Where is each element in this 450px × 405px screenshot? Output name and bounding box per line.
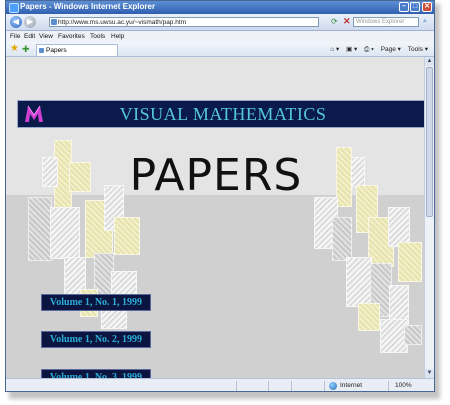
browser-window: Papers - Windows Internet Explorer – □ ✕… bbox=[5, 0, 435, 392]
internet-zone-icon bbox=[329, 382, 337, 390]
site-banner: VISUAL MATHEMATICS bbox=[17, 100, 426, 128]
close-button[interactable]: ✕ bbox=[422, 2, 432, 12]
scroll-down-icon[interactable]: ▼ bbox=[425, 369, 434, 378]
menu-help[interactable]: Help bbox=[111, 31, 124, 42]
search-icon[interactable]: ⌕ bbox=[420, 17, 430, 27]
banner-title: VISUAL MATHEMATICS bbox=[119, 104, 327, 124]
tab-favicon-icon bbox=[39, 48, 44, 53]
tab-papers[interactable]: Papers bbox=[36, 44, 118, 56]
volume-link-1[interactable]: Volume 1, No. 1, 1999 bbox=[41, 294, 151, 311]
page-content: VISUAL MATHEMATICS PAPERS Volume 1, No. … bbox=[6, 57, 426, 378]
tab-title: Papers bbox=[46, 47, 67, 54]
maximize-button[interactable]: □ bbox=[410, 2, 420, 12]
menu-bar: File Edit View Favorites Tools Help bbox=[6, 31, 434, 42]
back-icon[interactable]: ◀ bbox=[10, 16, 22, 28]
vertical-scrollbar[interactable]: ▲ ▼ bbox=[424, 57, 434, 378]
title-bar[interactable]: Papers - Windows Internet Explorer – □ ✕ bbox=[6, 1, 434, 14]
security-zone-label: Internet bbox=[340, 382, 363, 389]
print-icon[interactable]: ⎙ ▾ bbox=[364, 46, 374, 53]
forward-icon[interactable]: ▶ bbox=[24, 16, 36, 28]
url-input[interactable]: http://www.ms.uwsu.ac.yu/~vismath/pap.ht… bbox=[49, 17, 319, 27]
page-menu-button[interactable]: Page ▾ bbox=[381, 46, 401, 53]
menu-view[interactable]: View bbox=[39, 31, 53, 42]
menu-file[interactable]: File bbox=[10, 31, 20, 42]
command-bar: ⌂ ▾ ▣ ▾ ⎙ ▾ Page ▾ Tools ▾ bbox=[325, 44, 428, 55]
favorites-star-icon[interactable]: ★ bbox=[10, 43, 19, 55]
add-favorite-icon[interactable]: ✚ bbox=[22, 43, 30, 55]
scroll-up-icon[interactable]: ▲ bbox=[425, 57, 434, 66]
menu-tools[interactable]: Tools bbox=[90, 31, 105, 42]
home-icon[interactable]: ⌂ ▾ bbox=[330, 46, 339, 53]
menu-favorites[interactable]: Favorites bbox=[58, 31, 85, 42]
menu-edit[interactable]: Edit bbox=[24, 31, 35, 42]
url-text: http://www.ms.uwsu.ac.yu/~vismath/pap.ht… bbox=[58, 19, 187, 26]
search-input[interactable]: Windows Explorer bbox=[353, 17, 419, 27]
scroll-thumb[interactable] bbox=[426, 67, 433, 217]
page-favicon-icon bbox=[51, 19, 57, 25]
page-heading: PAPERS bbox=[129, 150, 303, 201]
stop-icon[interactable]: ✕ bbox=[343, 16, 351, 27]
ie-icon bbox=[9, 3, 19, 13]
favorites-bar: ★ ✚ Papers ⌂ ▾ ▣ ▾ ⎙ ▾ Page ▾ Tools ▾ bbox=[6, 42, 434, 57]
tools-menu-button[interactable]: Tools ▾ bbox=[408, 46, 428, 53]
address-bar: ◀ ▶ http://www.ms.uwsu.ac.yu/~vismath/pa… bbox=[6, 14, 434, 31]
volume-link-3[interactable]: Volume 1, No. 3, 1999 bbox=[41, 369, 151, 378]
zoom-level-button[interactable]: 100% bbox=[395, 379, 412, 391]
volume-link-2[interactable]: Volume 1, No. 2, 1999 bbox=[41, 331, 151, 348]
feeds-icon[interactable]: ▣ ▾ bbox=[346, 46, 357, 53]
window-title: Papers - Windows Internet Explorer bbox=[20, 2, 156, 11]
status-bar: Internet 100% bbox=[6, 378, 434, 391]
refresh-icon[interactable]: ⟳ bbox=[331, 17, 338, 26]
minimize-button[interactable]: – bbox=[399, 2, 409, 12]
